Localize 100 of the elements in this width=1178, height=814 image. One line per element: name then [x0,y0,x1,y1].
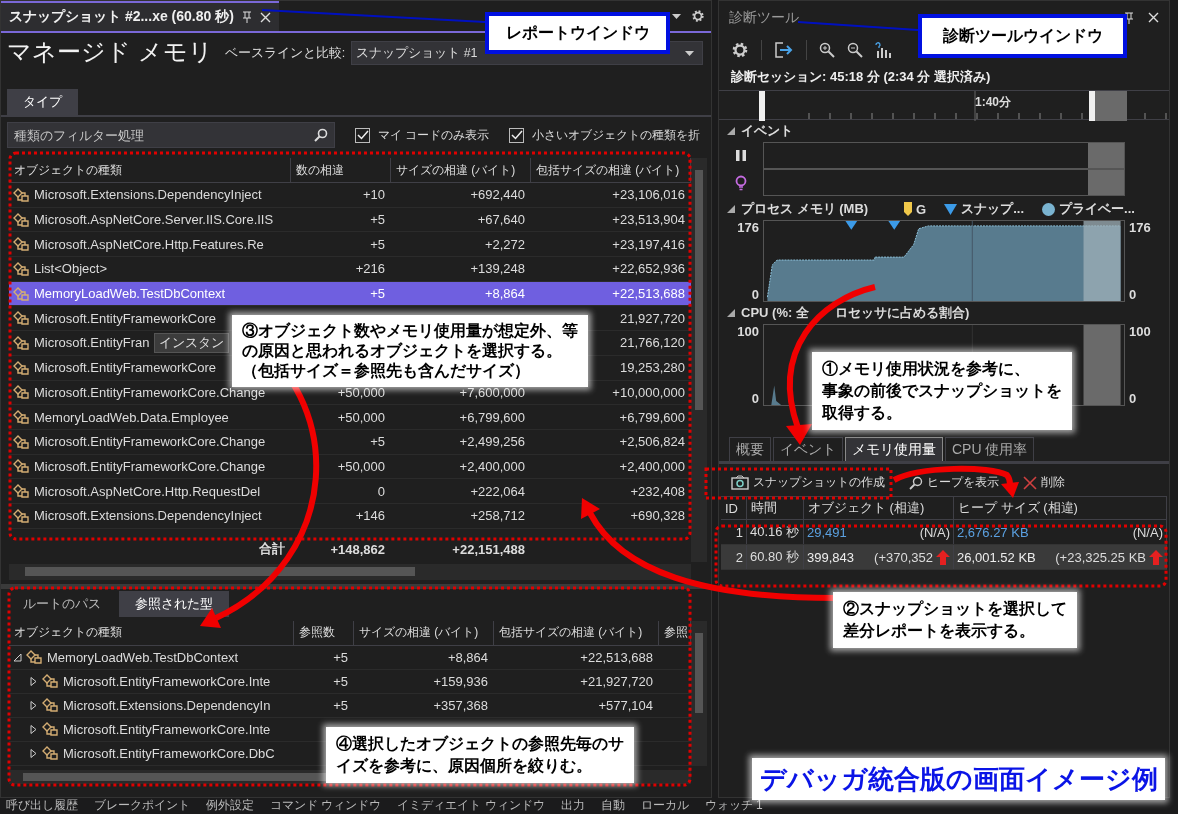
session-info: 診断セッション: 45:18 分 (2:34 分 選択済み) [730,68,992,86]
table-cell: Microsoft.EntityFrameworkCore.Change [34,458,266,474]
table-cell: +22,652,936 [612,261,685,277]
table-cell: +23,513,904 [612,212,685,228]
table-cell: Microsoft.AspNetCore.Http.RequestDel [34,483,261,499]
table-cell: +22,513,688 [580,649,653,665]
annotation-tooltip: ②スナップショットを選択して 差分レポートを表示する。 [833,592,1077,648]
table-cell: +2,506,824 [619,434,685,450]
table-cell: 21,927,720 [619,310,685,326]
table-cell: +357,368 [433,697,488,713]
annotation-tooltip: ③オブジェクト数やメモリ使用量が想定外、等 の原因と思われるオブジェクトを選択する。 （包括サイズ＝参照先も含んだサイズ） [232,315,588,387]
table-cell: +22,513,688 [612,286,685,302]
table-cell: +232,408 [630,483,685,499]
axis-label: 176 [1129,220,1152,235]
axis-label: 100 [1129,324,1152,339]
table-cell: +5 [370,434,385,450]
table-cell: (N/A) [1132,524,1163,540]
table-cell: +10 [362,187,385,203]
table-cell: +2,400,000 [459,458,525,474]
section-title: CPU (%: 全 [741,304,809,322]
table-cell: Microsoft.Extensions.DependencyInject [34,508,262,524]
table-cell: Microsoft.EntityFrameworkCore [34,310,217,326]
axis-label: 100 [736,324,759,339]
time-label: 1:40分 [975,94,1012,111]
table-cell: +692,440 [470,187,525,203]
table-cell: Microsoft.EntityFrameworkCore.Inte [63,673,271,689]
table-cell: +258,712 [470,508,525,524]
table-cell: (N/A) [919,524,950,540]
table-cell: +2,400,000 [619,458,685,474]
table-cell: +5 [370,236,385,252]
table-cell: +690,328 [630,508,685,524]
table-cell: (+370,352 [874,549,933,565]
tooltip: インスタン [153,332,229,353]
table-cell: +50,000 [337,458,385,474]
table-cell: +5 [333,673,348,689]
table-cell: +22,151,488 [452,541,525,557]
table-cell: +6,799,600 [459,409,525,425]
section-title: プロセス メモリ (MB) [741,200,869,218]
table-cell: 60.80 秒 [747,545,804,569]
table-cell: 1 [721,520,747,544]
table-cell: MemoryLoadWeb.Data.Employee [34,409,229,425]
table-cell: MemoryLoadWeb.TestDbContext [47,649,239,665]
section-title: イベント [741,122,793,140]
table-cell: +5 [370,212,385,228]
table-cell: +23,197,416 [612,236,685,252]
table-cell: +50,000 [337,409,385,425]
table-cell: +146 [355,508,385,524]
table-cell: +8,864 [484,286,525,302]
table-cell: +8,864 [447,649,488,665]
table-cell: Microsoft.EntityFran [34,335,150,351]
annotation-tooltip: ④選択したオブジェクトの参照先毎のサ イズを参考に、原因個所を絞りむ。 [326,727,634,783]
table-cell: +5 [370,286,385,302]
section-title: ロセッサに占める割合) [834,304,970,322]
table-cell: +50,000 [337,384,385,400]
table-cell: 合計 [259,541,285,557]
table-cell: +5 [333,697,348,713]
window-label-tooltip: レポートウインドウ [485,12,670,54]
table-cell: 2 [721,545,747,569]
table-cell: Microsoft.AspNetCore.Http.Features.Re [34,236,264,252]
table-cell: +577,104 [598,697,653,713]
table-cell: Microsoft.Extensions.DependencyIn [63,697,271,713]
table-cell: +67,640 [477,212,525,228]
table-cell: +10,000,000 [612,384,685,400]
legend-label: スナップ... [961,200,1025,218]
caption: デバッガ統合版の画面イメージ例 [752,758,1165,800]
dropdown-value: スナップショット #1 [356,44,478,62]
checkbox-label: マイ コードのみ表示 [378,126,490,144]
tab-title: スナップショット #2...xe (60.80 秒) [9,8,234,26]
page-heading: マネージド メモリ [7,37,213,67]
table-cell: 19,253,280 [619,360,685,376]
axis-label: 0 [1129,391,1138,406]
annotation-tooltip: ①メモリ使用状況を参考に、 事象の前後でスナップショットを 取得する。 [812,352,1072,430]
axis-label: 176 [736,220,759,235]
legend-label: G [916,201,927,217]
legend-label: プライベー... [1059,200,1135,218]
panel-title: 診断ツール [729,8,799,27]
table-cell: MemoryLoadWeb.TestDbContext [34,286,226,302]
axis-label: 0 [750,287,759,302]
table-cell: 0 [377,483,385,499]
table-cell: +2,272 [484,236,525,252]
table-cell: +222,064 [470,483,525,499]
table-cell: +148,862 [330,541,385,557]
table-cell: +216 [355,261,385,277]
field-label: ベースラインと比較: [224,44,346,62]
table-cell: List<Object> [34,261,107,277]
table-cell: +7,600,000 [459,384,525,400]
table-cell: Microsoft.EntityFrameworkCore [34,360,217,376]
table-cell: +23,106,016 [612,187,685,203]
table-cell: Microsoft.EntityFrameworkCore.Inte [63,721,271,737]
checkbox-label: 小さいオブジェクトの種類を折 [532,126,701,144]
table-cell: +2,499,256 [459,434,525,450]
table-cell: +6,799,600 [619,409,685,425]
axis-label: 0 [1129,287,1138,302]
table-cell: +159,936 [433,673,488,689]
axis-label: 0 [750,391,759,406]
table-cell: +139,248 [470,261,525,277]
table-cell: Microsoft.AspNetCore.Server.IIS.Core.IIS [34,212,274,228]
table-cell: (+23,325.25 KB [1055,549,1146,565]
table-cell: Microsoft.EntityFrameworkCore.Change [34,384,266,400]
table-cell: Microsoft.Extensions.DependencyInject [34,187,262,203]
